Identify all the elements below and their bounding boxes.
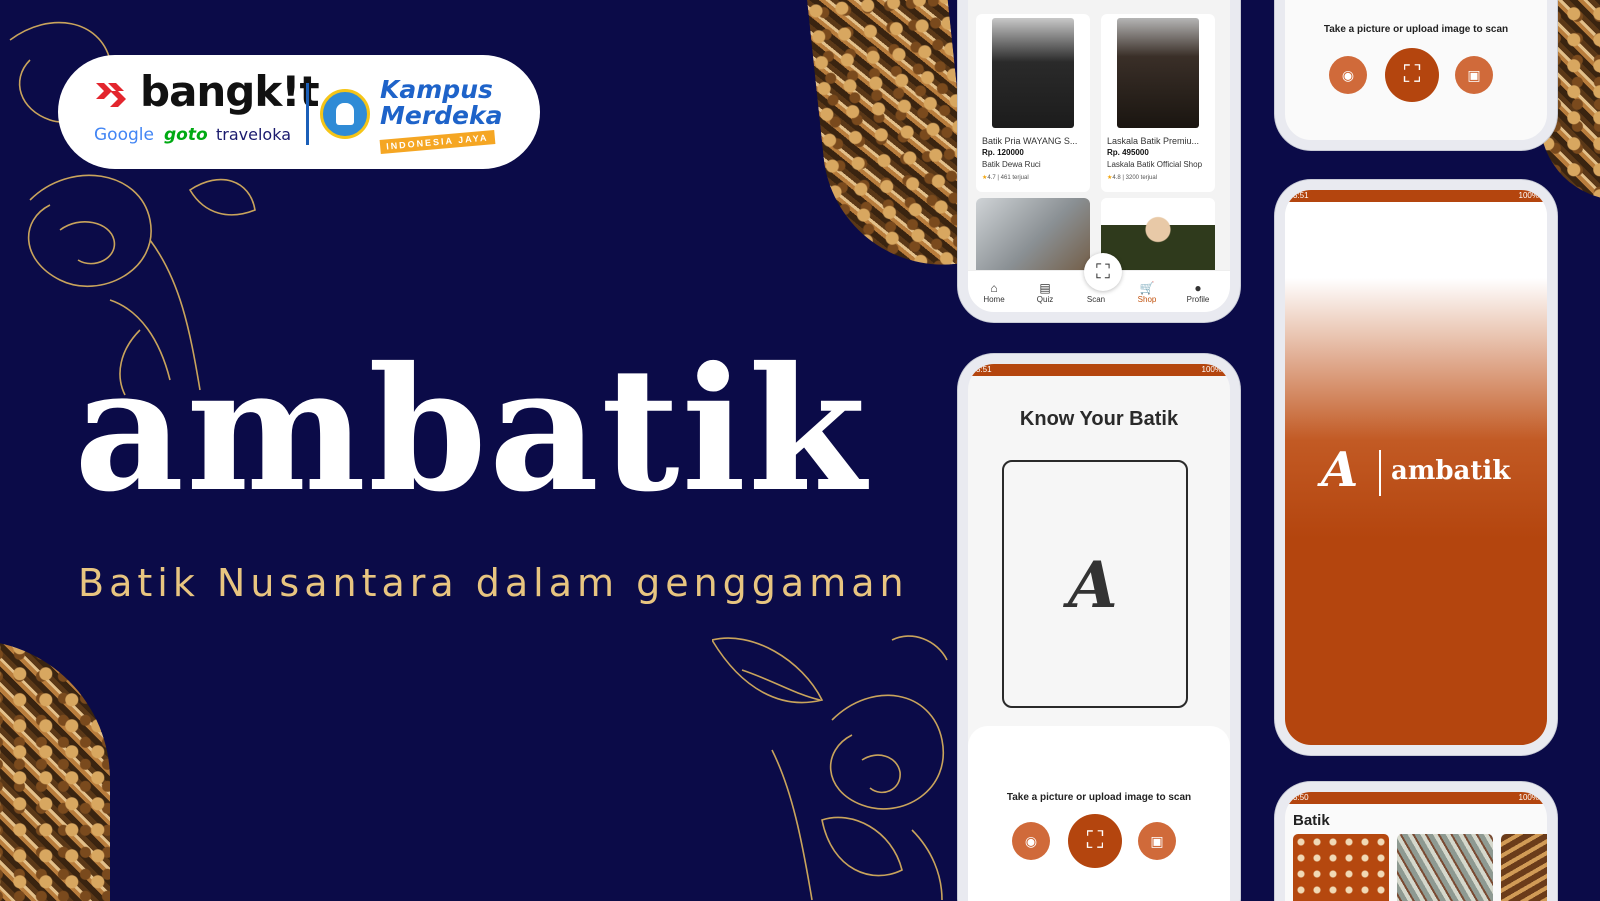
product-store: Batik Dewa Ruci: [982, 160, 1041, 169]
camera-button[interactable]: ◉: [1012, 822, 1050, 860]
status-bar: 3:50 100%: [1285, 792, 1547, 804]
scan-button[interactable]: ⛶: [1068, 814, 1122, 868]
status-battery: 100%: [1201, 365, 1222, 374]
gallery-button[interactable]: ▣: [1455, 56, 1493, 94]
home-icon: ⌂: [990, 281, 998, 295]
ambatik-logo-icon: A: [1068, 548, 1118, 623]
splash-background: A ambatik: [1285, 202, 1547, 745]
scan-button[interactable]: ⛶: [1385, 48, 1439, 102]
app-tagline: Batik Nusantara dalam genggaman: [78, 561, 909, 605]
scan-hint: Take a picture or upload image to scan: [1323, 24, 1509, 35]
product-name: Laskala Batik Premiu...: [1107, 136, 1200, 146]
cart-icon: 🛒: [1139, 281, 1155, 295]
scan-action-panel: Take a picture or upload image to scan ◉…: [968, 726, 1230, 901]
product-price: Rp. 120000: [982, 148, 1024, 157]
status-time: 3:51: [976, 365, 992, 374]
scan-hint: Take a picture or upload image to scan: [1006, 792, 1192, 803]
book-icon: ▤: [1039, 281, 1051, 295]
product-price: Rp. 495000: [1107, 148, 1149, 157]
camera-button[interactable]: ◉: [1329, 56, 1367, 94]
product-name: Batik Pria WAYANG S...: [982, 136, 1078, 146]
nav-scan[interactable]: Scan: [1076, 281, 1116, 304]
batik-list-title: Batik: [1293, 812, 1330, 829]
goto-logo: goto: [164, 125, 208, 145]
status-time: 3:50: [1293, 793, 1309, 802]
nav-label: Profile: [1186, 295, 1210, 304]
camera-icon: ◉: [1024, 833, 1038, 849]
phone-splash-screen: 3:51 100% A ambatik: [1275, 180, 1557, 755]
scan-preview-frame: A: [1002, 460, 1188, 708]
product-card[interactable]: Laskala Batik Premiu... Rp. 495000 Laska…: [1101, 14, 1215, 192]
floral-ornament-bottom-center: [710, 600, 962, 901]
batik-tile[interactable]: [1397, 834, 1493, 901]
product-image: [992, 18, 1074, 128]
partner-logos-badge: bangk!t Google goto traveloka Kampus Mer…: [58, 55, 540, 169]
ambatik-logo-icon: A: [1321, 442, 1359, 498]
phone-scanner-screen: 3:51 100% Know Your Batik A Take a pictur…: [958, 354, 1240, 901]
batik-pattern-top: [804, 0, 976, 277]
sold-count: 461 terjual: [1000, 175, 1029, 181]
google-logo: Google: [94, 125, 154, 145]
nav-label: Shop: [1137, 295, 1157, 304]
status-bar: 3:51 100%: [1285, 190, 1547, 202]
nav-home[interactable]: ⌂ Home: [974, 281, 1014, 304]
kampus-merdeka-wordmark-line1: Kampus: [380, 75, 493, 104]
nav-profile[interactable]: ● Profile: [1178, 281, 1218, 304]
rating-value: 4.8: [1112, 175, 1121, 181]
bottom-navigation: ⛶ ⌂ Home ▤ Quiz Scan 🛒 Shop ● Profile: [968, 253, 1230, 312]
batik-tile[interactable]: [1293, 834, 1389, 901]
splash-divider: [1379, 450, 1381, 496]
gallery-icon: ▣: [1150, 833, 1164, 849]
status-bar: 3:51 100%: [968, 364, 1230, 376]
scan-icon: ⛶: [1086, 827, 1104, 854]
status-battery: 100%: [1518, 191, 1539, 200]
kampus-merdeka-band: INDONESIA JAYA: [379, 130, 495, 154]
nav-quiz[interactable]: ▤ Quiz: [1025, 281, 1065, 304]
traveloka-logo: traveloka: [216, 125, 291, 144]
status-time: 3:51: [1293, 191, 1309, 200]
nav-shop[interactable]: 🛒 Shop: [1127, 281, 1167, 304]
person-icon: ●: [1194, 281, 1202, 295]
gallery-button[interactable]: ▣: [1138, 822, 1176, 860]
promo-banner: bangk!t Google goto traveloka Kampus Mer…: [0, 0, 1600, 901]
product-image: [1117, 18, 1199, 128]
splash-app-name: ambatik: [1391, 456, 1511, 486]
product-rating: ★4.7 | 461 terjual: [982, 175, 1029, 181]
product-rating: ★4.8 | 3200 terjual: [1107, 175, 1157, 181]
scanner-title: Know Your Batik: [1019, 408, 1179, 430]
camera-icon: ◉: [1341, 67, 1355, 83]
nav-label: Scan: [1086, 295, 1106, 304]
bangkit-logo-icon: [96, 83, 126, 107]
app-title: ambatik: [74, 330, 868, 530]
batik-pattern-bottom-left: [0, 640, 110, 901]
phone-shop-screen: Batik Pria WAYANG S... Rp. 120000 Batik …: [958, 0, 1240, 322]
bangkit-wordmark: bangk!t: [140, 67, 320, 116]
gallery-icon: ▣: [1467, 67, 1481, 83]
kampus-merdeka-wordmark-line2: Merdeka: [380, 101, 503, 130]
phone-scan-panel: Take a picture or upload image to scan ◉…: [1275, 0, 1557, 150]
scan-icon: ⛶: [1403, 61, 1421, 88]
logo-divider: [306, 83, 309, 145]
phone-batik-list: 3:50 100% Batik: [1275, 782, 1557, 901]
rating-value: 4.7: [987, 175, 996, 181]
product-store: Laskala Batik Official Shop: [1107, 160, 1203, 169]
tut-wuri-handayani-emblem-icon: [320, 89, 370, 139]
product-card[interactable]: Batik Pria WAYANG S... Rp. 120000 Batik …: [976, 14, 1090, 192]
nav-label: Home: [983, 295, 1005, 304]
status-battery: 100%: [1518, 793, 1539, 802]
nav-label: Quiz: [1036, 295, 1054, 304]
batik-tile[interactable]: [1501, 834, 1547, 901]
sold-count: 3200 terjual: [1125, 175, 1157, 181]
